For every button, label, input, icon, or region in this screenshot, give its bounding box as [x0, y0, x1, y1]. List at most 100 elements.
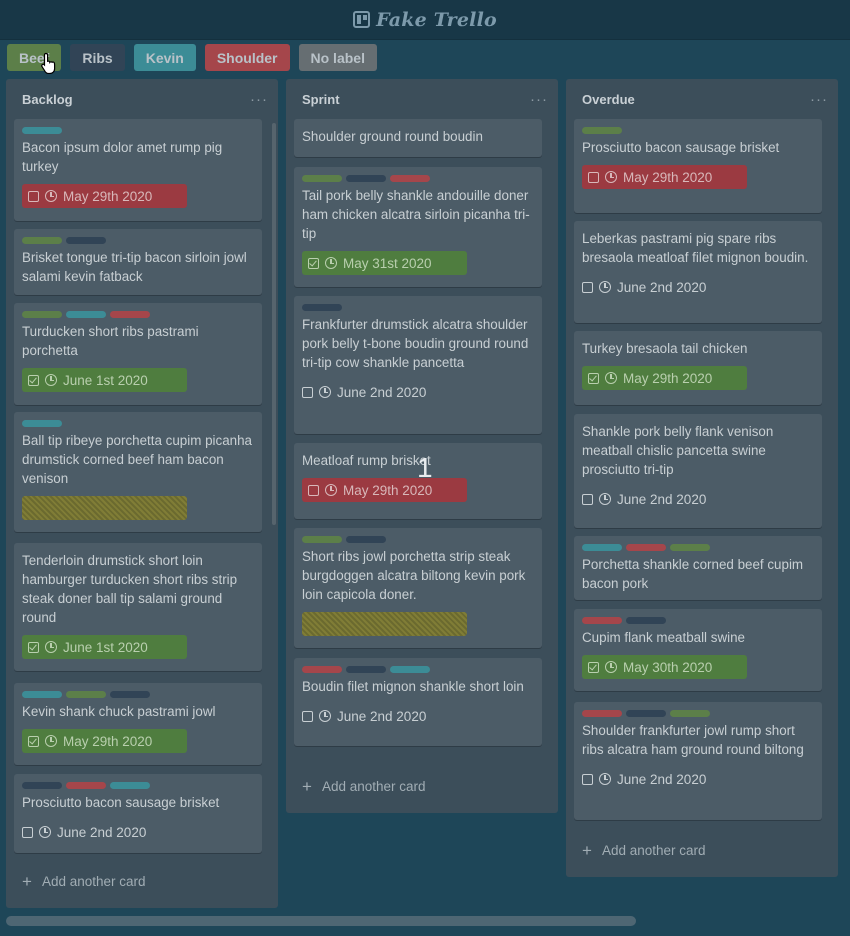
due-date-badge[interactable]: June 1st 2020 — [22, 635, 187, 659]
list-title: Overdue — [582, 91, 635, 107]
label-chip-green — [22, 237, 62, 244]
card[interactable]: Shoulder frankfurter jowl rump short rib… — [574, 702, 822, 820]
card[interactable]: Tenderloin drumstick short loin hamburge… — [14, 543, 262, 671]
card[interactable]: Bacon ipsum dolor amet rump pig turkey Ma… — [14, 119, 262, 221]
checkbox-icon[interactable] — [28, 190, 39, 202]
plus-icon: + — [582, 841, 592, 860]
card-title: Frankfurter drumstick alcatra shoulder p… — [302, 317, 529, 370]
list-title: Backlog — [22, 91, 73, 107]
due-date-badge[interactable]: June 2nd 2020 — [582, 275, 747, 299]
filter-shoulder[interactable]: Shoulder — [204, 44, 290, 71]
due-date-badge[interactable]: May 29th 2020 — [582, 366, 747, 390]
card-title: Tenderloin drumstick short loin hamburge… — [22, 553, 238, 625]
due-date-badge[interactable]: June 2nd 2020 — [582, 767, 747, 791]
app-brand[interactable]: Fake Trello — [353, 9, 497, 31]
label-chip-green — [302, 536, 342, 543]
card[interactable]: Turkey bresaola tail chicken May 29th 202… — [574, 331, 822, 405]
card[interactable]: Prosciutto bacon sausage brisket May 29th… — [574, 119, 822, 213]
card[interactable]: Cupim flank meatball swine May 30th 2020 — [574, 609, 822, 691]
due-date-badge[interactable]: May 29th 2020 — [302, 478, 467, 502]
due-date-badge[interactable] — [22, 496, 187, 520]
clock-icon — [325, 484, 337, 496]
clock-icon — [39, 826, 51, 838]
due-date-text: May 29th 2020 — [63, 188, 153, 204]
card[interactable]: Short ribs jowl porchetta strip steak bu… — [294, 528, 542, 648]
card[interactable]: Kevin shank chuck pastrami jowl May 29th … — [14, 683, 262, 765]
label-chip-navy — [346, 175, 386, 182]
label-chip-teal — [66, 311, 106, 318]
card-labels — [22, 237, 254, 247]
card-title: Tail pork belly shankle andouille doner … — [302, 188, 530, 241]
clock-icon — [605, 372, 617, 384]
list-scrollbar[interactable] — [272, 123, 276, 525]
card[interactable]: Turducken short ribs pastrami porchetta J… — [14, 303, 262, 405]
card-labels — [22, 127, 254, 137]
filter-kevin[interactable]: Kevin — [133, 44, 196, 71]
card-labels — [302, 666, 534, 676]
due-date-badge[interactable] — [302, 612, 467, 636]
checked-checkbox-icon[interactable] — [588, 372, 599, 384]
card-title: Shoulder ground round boudin — [302, 129, 483, 144]
filter-no-label[interactable]: No label — [298, 44, 377, 71]
checked-checkbox-icon[interactable] — [588, 661, 599, 673]
checked-checkbox-icon[interactable] — [28, 641, 39, 653]
add-card-button[interactable]: + Add another card — [22, 873, 146, 890]
due-date-badge[interactable]: May 29th 2020 — [22, 184, 187, 208]
card[interactable]: Prosciutto bacon sausage brisket June 2nd… — [14, 774, 262, 853]
clock-icon — [45, 641, 57, 653]
add-card-button[interactable]: + Add another card — [302, 778, 426, 795]
label-chip-teal — [110, 782, 150, 789]
checked-checkbox-icon[interactable] — [28, 374, 39, 386]
card[interactable]: Ball tip ribeye porchetta cupim picanha … — [14, 412, 262, 532]
due-date-badge[interactable]: May 29th 2020 — [22, 729, 187, 753]
label-chip-green — [302, 175, 342, 182]
card[interactable]: Shankle pork belly flank venison meatbal… — [574, 414, 822, 528]
card[interactable]: Frankfurter drumstick alcatra shoulder p… — [294, 296, 542, 434]
card-title: Prosciutto bacon sausage brisket — [582, 140, 780, 155]
list-menu-icon[interactable]: ··· — [530, 91, 548, 108]
filter-ribs[interactable]: Ribs — [70, 44, 125, 71]
list-menu-icon[interactable]: ··· — [810, 91, 828, 108]
due-date-text: May 29th 2020 — [63, 733, 153, 749]
card-labels — [22, 691, 254, 701]
checked-checkbox-icon[interactable] — [28, 735, 39, 747]
due-date-text: June 2nd 2020 — [337, 384, 427, 400]
clock-icon — [319, 386, 331, 398]
card[interactable]: Brisket tongue tri-tip bacon sirloin jow… — [14, 229, 262, 295]
card[interactable]: Shoulder ground round boudin — [294, 119, 542, 157]
list-header: Overdue ··· — [566, 79, 838, 119]
card[interactable]: Leberkas pastrami pig spare ribs bresaol… — [574, 221, 822, 323]
due-date-badge[interactable]: June 2nd 2020 — [302, 704, 467, 728]
checkbox-icon[interactable] — [588, 171, 599, 183]
checked-checkbox-icon[interactable] — [308, 257, 319, 269]
due-date-badge[interactable]: May 31st 2020 — [302, 251, 467, 275]
checkbox-icon[interactable] — [22, 826, 33, 838]
card[interactable]: Boudin filet mignon shankle short loin Ju… — [294, 658, 542, 746]
label-chip-green — [66, 691, 106, 698]
due-date-badge[interactable]: June 2nd 2020 — [302, 380, 467, 404]
checkbox-icon[interactable] — [582, 281, 593, 293]
due-date-text: May 30th 2020 — [623, 659, 713, 675]
checkbox-icon[interactable] — [302, 386, 313, 398]
label-chip-green — [22, 311, 62, 318]
due-date-text: June 2nd 2020 — [617, 491, 707, 507]
card[interactable]: Porchetta shankle corned beef cupim baco… — [574, 536, 822, 600]
card[interactable]: Tail pork belly shankle andouille doner … — [294, 167, 542, 287]
board-horizontal-scrollbar[interactable] — [6, 916, 636, 926]
checkbox-icon[interactable] — [308, 484, 319, 496]
add-card-label: Add another card — [601, 843, 706, 858]
due-date-badge[interactable]: May 29th 2020 — [582, 165, 747, 189]
due-date-badge[interactable]: June 2nd 2020 — [22, 820, 187, 844]
add-card-button[interactable]: + Add another card — [582, 842, 706, 859]
due-date-badge[interactable]: May 30th 2020 — [582, 655, 747, 679]
list-header: Backlog ··· — [6, 79, 278, 119]
label-chip-red — [110, 311, 150, 318]
due-date-badge[interactable]: June 1st 2020 — [22, 368, 187, 392]
checkbox-icon[interactable] — [302, 710, 313, 722]
checkbox-icon[interactable] — [582, 493, 593, 505]
due-date-badge[interactable]: June 2nd 2020 — [582, 487, 747, 511]
label-chip-navy — [110, 691, 150, 698]
list-backlog: Backlog ··· Bacon ipsum dolor amet rump … — [6, 79, 278, 908]
list-menu-icon[interactable]: ··· — [250, 91, 268, 108]
checkbox-icon[interactable] — [582, 773, 593, 785]
